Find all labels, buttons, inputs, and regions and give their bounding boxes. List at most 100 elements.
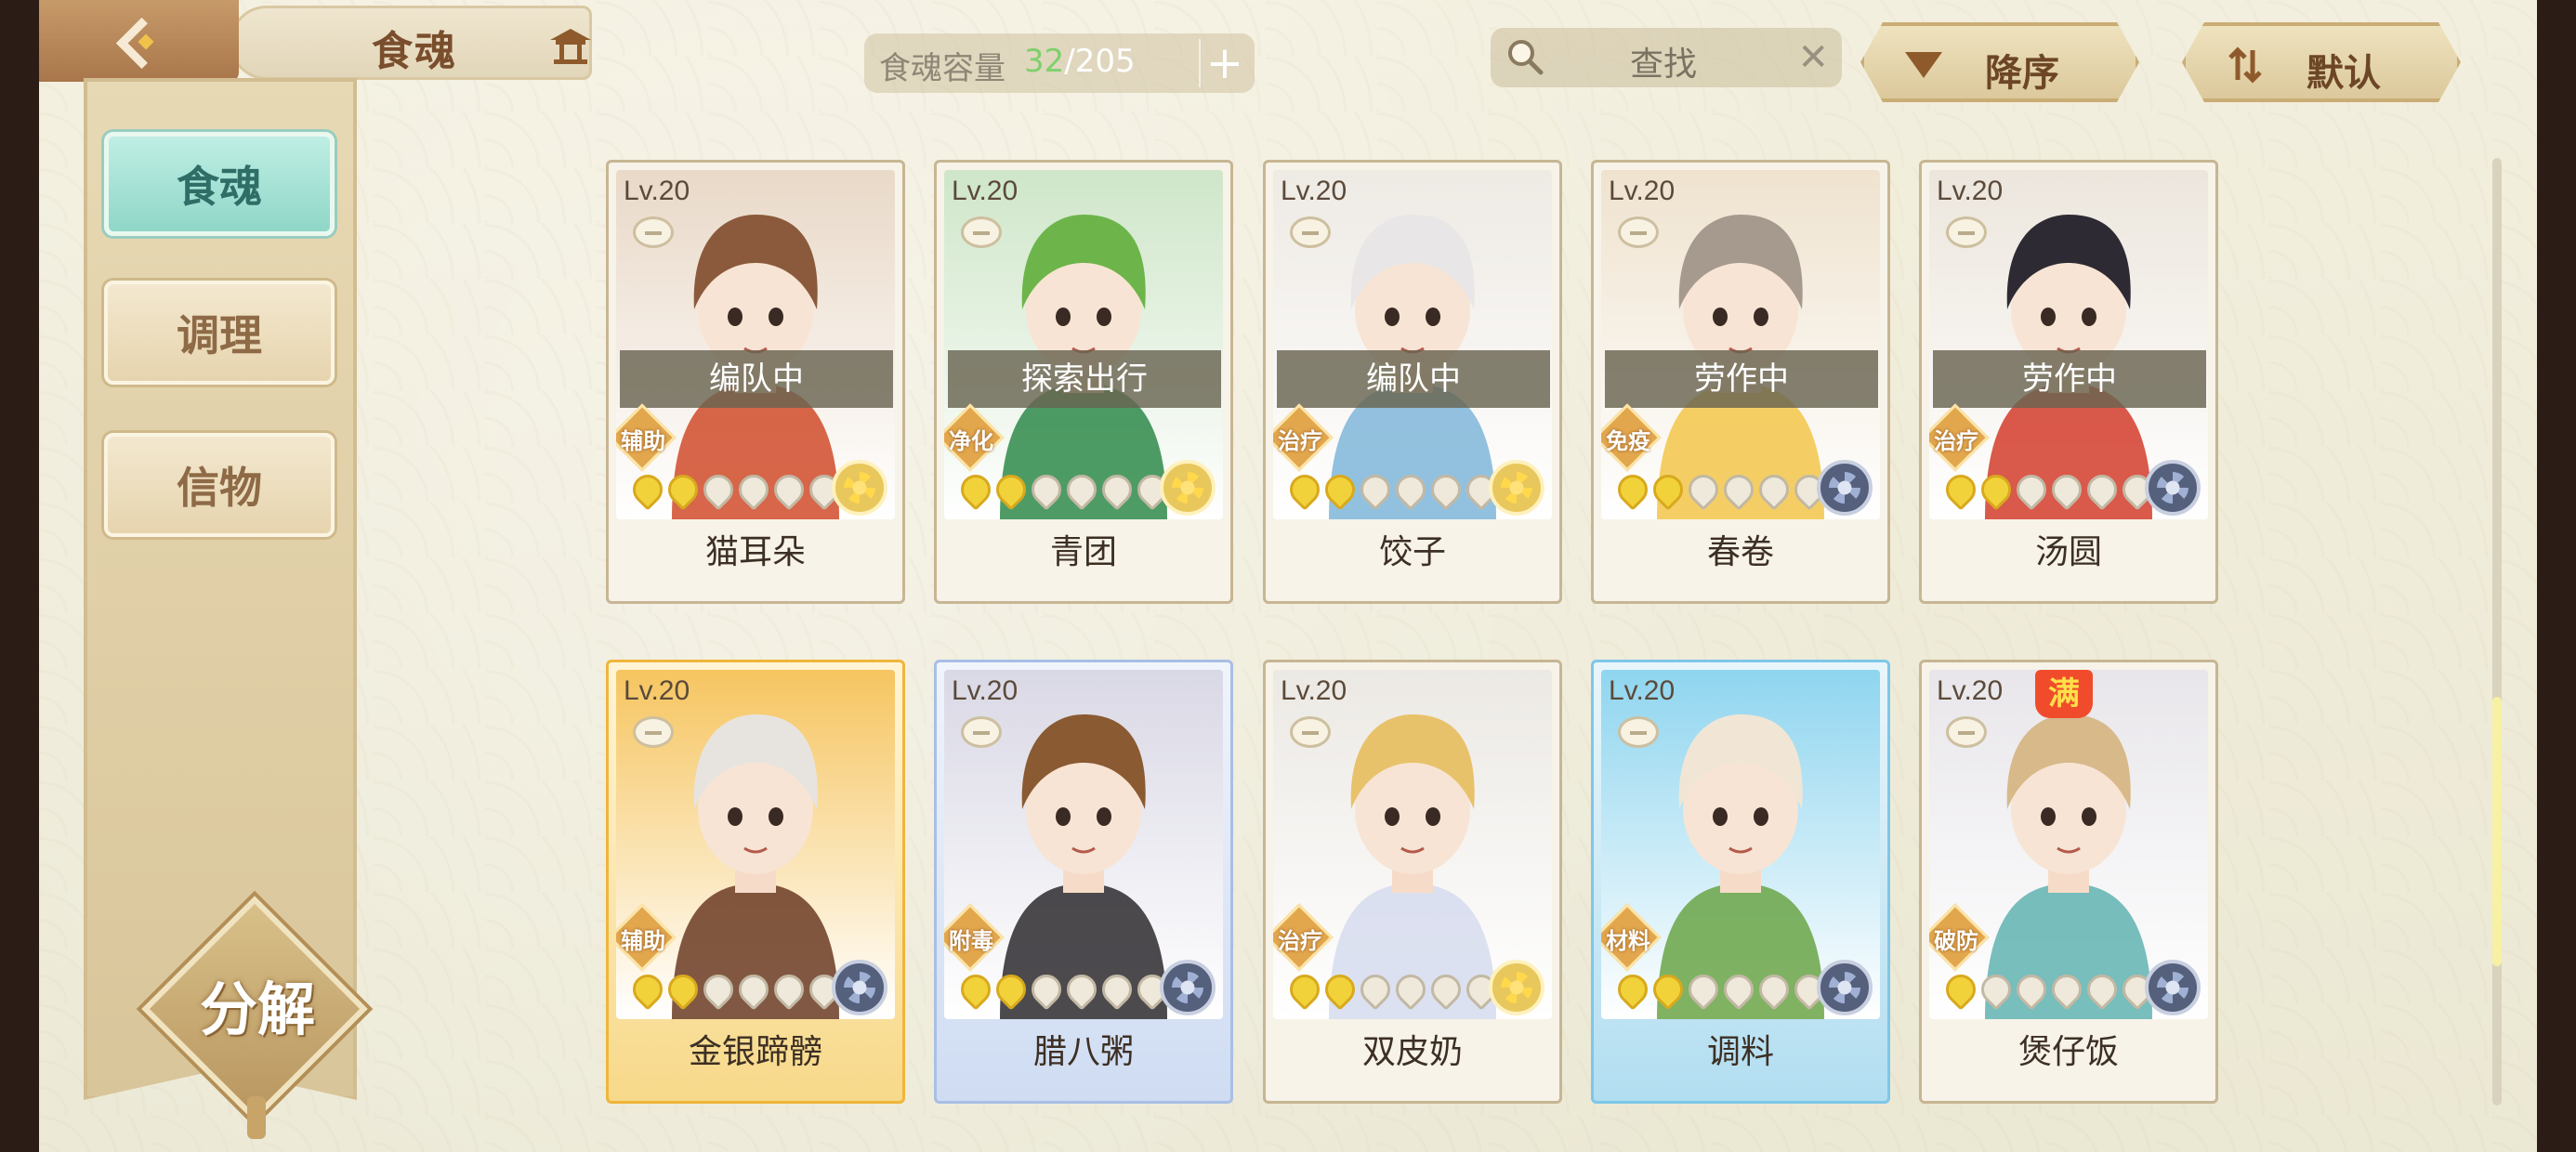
star-rating bbox=[1283, 468, 1503, 511]
flower-icon bbox=[1501, 972, 1532, 1003]
element-flower-icon bbox=[1489, 460, 1544, 516]
star-empty-icon bbox=[1025, 968, 1068, 1011]
level-label: Lv.20 bbox=[952, 675, 1019, 706]
role-label: 材料 bbox=[1606, 928, 1650, 954]
star-empty-icon bbox=[732, 968, 775, 1011]
back-arrow-icon bbox=[111, 12, 168, 70]
level-label: Lv.20 bbox=[1937, 176, 2004, 206]
capacity-display: 食魂容量 32/205 + bbox=[864, 33, 1255, 93]
tab-food-soul[interactable]: 食魂 bbox=[104, 132, 335, 236]
star-empty-icon bbox=[697, 468, 740, 511]
bowl-icon bbox=[1290, 216, 1331, 248]
tab-conditioning[interactable]: 调理 bbox=[104, 281, 335, 385]
search-placeholder: 查找 bbox=[1630, 46, 1698, 84]
star-rating bbox=[1611, 468, 1831, 511]
role-label: 净化 bbox=[949, 428, 993, 454]
sort-default-button[interactable]: 默认 bbox=[2182, 22, 2461, 102]
star-filled-icon bbox=[662, 468, 704, 511]
status-banner: 探索出行 bbox=[948, 350, 1221, 408]
character-name: 腊八粥 bbox=[1032, 1033, 1134, 1071]
game-screen: 食魂 食魂容量 32/205 + 查找 ✕ 降序 默认 食魂 调理 信物 分解 … bbox=[39, 0, 2537, 1152]
star-rating bbox=[1611, 968, 1831, 1011]
star-filled-icon bbox=[626, 968, 669, 1011]
back-button[interactable] bbox=[39, 0, 239, 82]
star-filled-icon bbox=[1283, 468, 1326, 511]
pavilion-icon[interactable] bbox=[548, 25, 593, 66]
level-label: Lv.20 bbox=[1609, 176, 1676, 206]
role-badge: 破防 bbox=[1929, 903, 1990, 972]
scroll-thumb[interactable] bbox=[2492, 697, 2502, 966]
star-empty-icon bbox=[1354, 968, 1397, 1011]
triangle-down-icon bbox=[1905, 52, 1942, 78]
flower-icon bbox=[844, 972, 875, 1003]
role-badge: 附毒 bbox=[944, 903, 1005, 972]
star-empty-icon bbox=[1060, 968, 1103, 1011]
role-label: 附毒 bbox=[949, 928, 993, 954]
character-name: 双皮奶 bbox=[1361, 1033, 1463, 1071]
star-empty-icon bbox=[768, 968, 810, 1011]
star-filled-icon bbox=[990, 468, 1032, 511]
food-soul-card[interactable]: Lv.20 编队中 辅助 猫耳朵 bbox=[606, 160, 905, 604]
bowl-icon bbox=[1946, 216, 1987, 248]
tab-tokens[interactable]: 信物 bbox=[104, 433, 335, 537]
bowl-icon bbox=[961, 716, 1002, 748]
capacity-count: 32/205 bbox=[1024, 43, 1136, 80]
food-soul-card[interactable]: Lv.20 探索出行 净化 青团 bbox=[934, 160, 1233, 604]
food-soul-card[interactable]: Lv.20 劳作中 治疗 汤圆 bbox=[1919, 160, 2218, 604]
character-name: 汤圆 bbox=[2034, 533, 2102, 571]
star-empty-icon bbox=[732, 468, 775, 511]
clear-search-icon[interactable]: ✕ bbox=[1797, 35, 1829, 80]
food-soul-card[interactable]: Lv.20 材料 调料 bbox=[1591, 660, 1890, 1104]
star-empty-icon bbox=[1096, 468, 1138, 511]
element-flower-icon bbox=[2145, 960, 2201, 1015]
role-badge: 净化 bbox=[944, 403, 1005, 472]
decompose-label: 分解 bbox=[199, 975, 315, 1043]
status-banner: 编队中 bbox=[620, 350, 893, 408]
role-label: 辅助 bbox=[621, 428, 665, 454]
star-empty-icon bbox=[1753, 968, 1795, 1011]
bowl-icon bbox=[633, 716, 674, 748]
star-empty-icon bbox=[1096, 968, 1138, 1011]
role-badge: 辅助 bbox=[616, 403, 677, 472]
food-soul-card[interactable]: Lv.20 附毒 腊八粥 bbox=[934, 660, 1233, 1104]
star-filled-icon bbox=[1319, 968, 1361, 1011]
star-empty-icon bbox=[697, 968, 740, 1011]
star-empty-icon bbox=[1682, 968, 1725, 1011]
element-flower-icon bbox=[832, 460, 887, 516]
star-rating bbox=[954, 968, 1174, 1011]
star-filled-icon bbox=[1647, 968, 1689, 1011]
food-soul-card[interactable]: Lv.20 劳作中 免疫 春卷 bbox=[1591, 160, 1890, 604]
search-field[interactable]: 查找 ✕ bbox=[1491, 28, 1842, 87]
level-label: Lv.20 bbox=[624, 675, 690, 706]
sort-order-button[interactable]: 降序 bbox=[1860, 22, 2139, 102]
flower-icon bbox=[1172, 472, 1203, 504]
character-name: 青团 bbox=[1049, 533, 1117, 571]
sort-order-label: 降序 bbox=[1985, 52, 2059, 95]
star-rating bbox=[954, 468, 1174, 511]
role-label: 破防 bbox=[1934, 928, 1978, 954]
star-empty-icon bbox=[768, 468, 810, 511]
star-empty-icon bbox=[1975, 968, 2017, 1011]
swap-icon bbox=[2228, 46, 2262, 84]
add-capacity-button[interactable]: + bbox=[1199, 39, 1249, 87]
star-rating bbox=[626, 968, 846, 1011]
star-rating bbox=[626, 468, 846, 511]
food-soul-card[interactable]: Lv.20 编队中 治疗 饺子 bbox=[1263, 160, 1562, 604]
role-badge: 治疗 bbox=[1273, 403, 1334, 472]
star-empty-icon bbox=[1389, 968, 1432, 1011]
star-empty-icon bbox=[1425, 468, 1467, 511]
role-badge: 治疗 bbox=[1273, 903, 1334, 972]
star-empty-icon bbox=[1025, 468, 1068, 511]
food-soul-card[interactable]: Lv.20 满 破防 煲仔饭 bbox=[1919, 660, 2218, 1104]
star-filled-icon bbox=[954, 968, 997, 1011]
star-empty-icon bbox=[1425, 968, 1467, 1011]
element-flower-icon bbox=[1817, 460, 1873, 516]
star-filled-icon bbox=[1647, 468, 1689, 511]
star-empty-icon bbox=[2045, 468, 2088, 511]
star-rating bbox=[1939, 968, 2159, 1011]
bowl-icon bbox=[633, 216, 674, 248]
flower-icon bbox=[1172, 972, 1203, 1003]
bowl-icon bbox=[1946, 716, 1987, 748]
food-soul-card[interactable]: Lv.20 治疗 双皮奶 bbox=[1263, 660, 1562, 1104]
food-soul-card[interactable]: Lv.20 辅助 金银蹄髈 bbox=[606, 660, 905, 1104]
